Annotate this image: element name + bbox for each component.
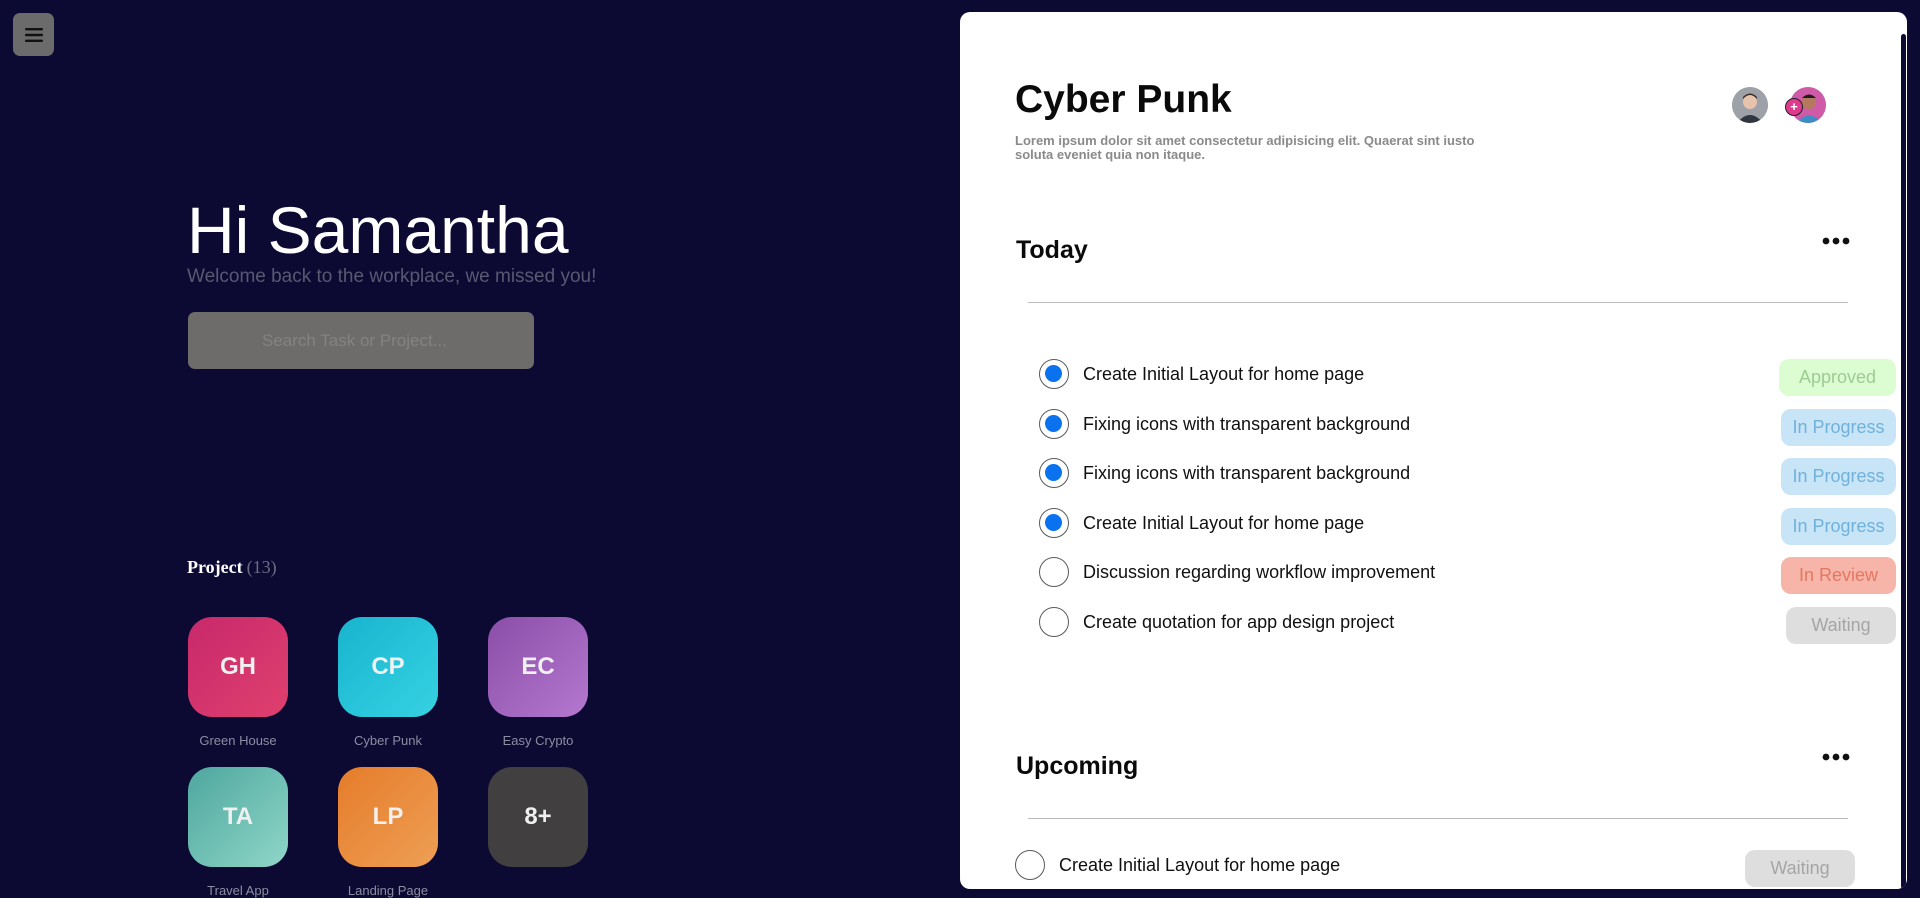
task-checkbox[interactable] [1039, 508, 1069, 538]
project-tile-landing-page[interactable]: LP Landing Page [338, 767, 438, 898]
status-badge: Approved [1779, 359, 1896, 396]
task-row[interactable]: Create quotation for app design project … [1039, 607, 1896, 647]
project-count: (13) [246, 557, 277, 577]
project-name: Travel App [207, 883, 269, 898]
task-row[interactable]: Discussion regarding workflow improvemen… [1039, 557, 1896, 597]
project-name: Landing Page [347, 883, 429, 898]
task-checkbox[interactable] [1039, 557, 1069, 587]
project-name: Easy Crypto [502, 733, 574, 748]
project-tile-travel-app[interactable]: TA Travel App [188, 767, 288, 898]
greeting-title: Hi Samantha [187, 193, 569, 267]
project-tile-more[interactable]: 8+ [488, 767, 588, 867]
status-badge: Waiting [1745, 850, 1855, 887]
status-badge: In Progress [1781, 508, 1896, 545]
add-member-icon[interactable]: + [1785, 98, 1803, 116]
avatar[interactable] [1732, 87, 1768, 123]
project-tile-cyber-punk[interactable]: CP Cyber Punk [338, 617, 438, 748]
panel-title: Cyber Punk [1015, 78, 1232, 121]
project-tile-easy-crypto[interactable]: EC Easy Crypto [488, 617, 588, 748]
user-avatar-icon [1732, 87, 1768, 123]
hamburger-icon [24, 27, 43, 42]
project-detail-panel: Cyber Punk Lorem ipsum dolor sit amet co… [960, 12, 1907, 889]
more-options-icon[interactable] [1822, 236, 1850, 246]
welcome-text: Welcome back to the workplace, we missed… [187, 266, 597, 287]
panel-description: Lorem ipsum dolor sit amet consectetur a… [1015, 133, 1475, 162]
menu-button[interactable] [13, 13, 54, 56]
task-checkbox[interactable] [1039, 359, 1069, 389]
more-options-icon[interactable] [1822, 752, 1850, 762]
task-checkbox[interactable] [1015, 850, 1045, 880]
project-heading: Project (13) [187, 557, 277, 578]
divider [1028, 302, 1848, 303]
project-name: Cyber Punk [354, 733, 422, 748]
task-label: Create Initial Layout for home page [1083, 513, 1365, 533]
task-label: Fixing icons with transparent background [1083, 414, 1411, 434]
project-icon: TA [188, 767, 288, 867]
task-checkbox[interactable] [1039, 409, 1069, 439]
task-row[interactable]: Create Initial Layout for home page Wait… [1015, 850, 1900, 889]
task-checkbox[interactable] [1039, 607, 1069, 637]
task-row[interactable]: Create Initial Layout for home page Appr… [1039, 359, 1896, 399]
task-label: Fixing icons with transparent background [1083, 463, 1411, 483]
task-label: Create quotation for app design project [1083, 612, 1395, 632]
project-icon: GH [188, 617, 288, 717]
status-badge: Waiting [1786, 607, 1896, 644]
task-row[interactable]: Fixing icons with transparent background… [1039, 458, 1896, 498]
divider [1028, 818, 1848, 819]
project-icon: EC [488, 617, 588, 717]
task-row[interactable]: Fixing icons with transparent background… [1039, 409, 1896, 449]
project-tile-green-house[interactable]: GH Green House [188, 617, 288, 748]
search-input[interactable] [188, 312, 534, 369]
project-name: Green House [199, 733, 277, 748]
task-row[interactable]: Create Initial Layout for home page In P… [1039, 508, 1896, 548]
status-badge: In Progress [1781, 409, 1896, 446]
more-projects-icon: 8+ [488, 767, 588, 867]
panel-scrollbar[interactable] [1901, 34, 1906, 889]
task-label: Create Initial Layout for home page [1083, 364, 1365, 384]
project-heading-label: Project [187, 557, 243, 577]
task-label: Create Initial Layout for home page [1059, 855, 1341, 875]
section-title-upcoming: Upcoming [1016, 752, 1139, 780]
status-badge: In Progress [1781, 458, 1896, 495]
section-title-today: Today [1016, 236, 1088, 264]
task-checkbox[interactable] [1039, 458, 1069, 488]
project-icon: CP [338, 617, 438, 717]
project-icon: LP [338, 767, 438, 867]
task-label: Discussion regarding workflow improvemen… [1083, 562, 1436, 582]
status-badge: In Review [1781, 557, 1896, 594]
